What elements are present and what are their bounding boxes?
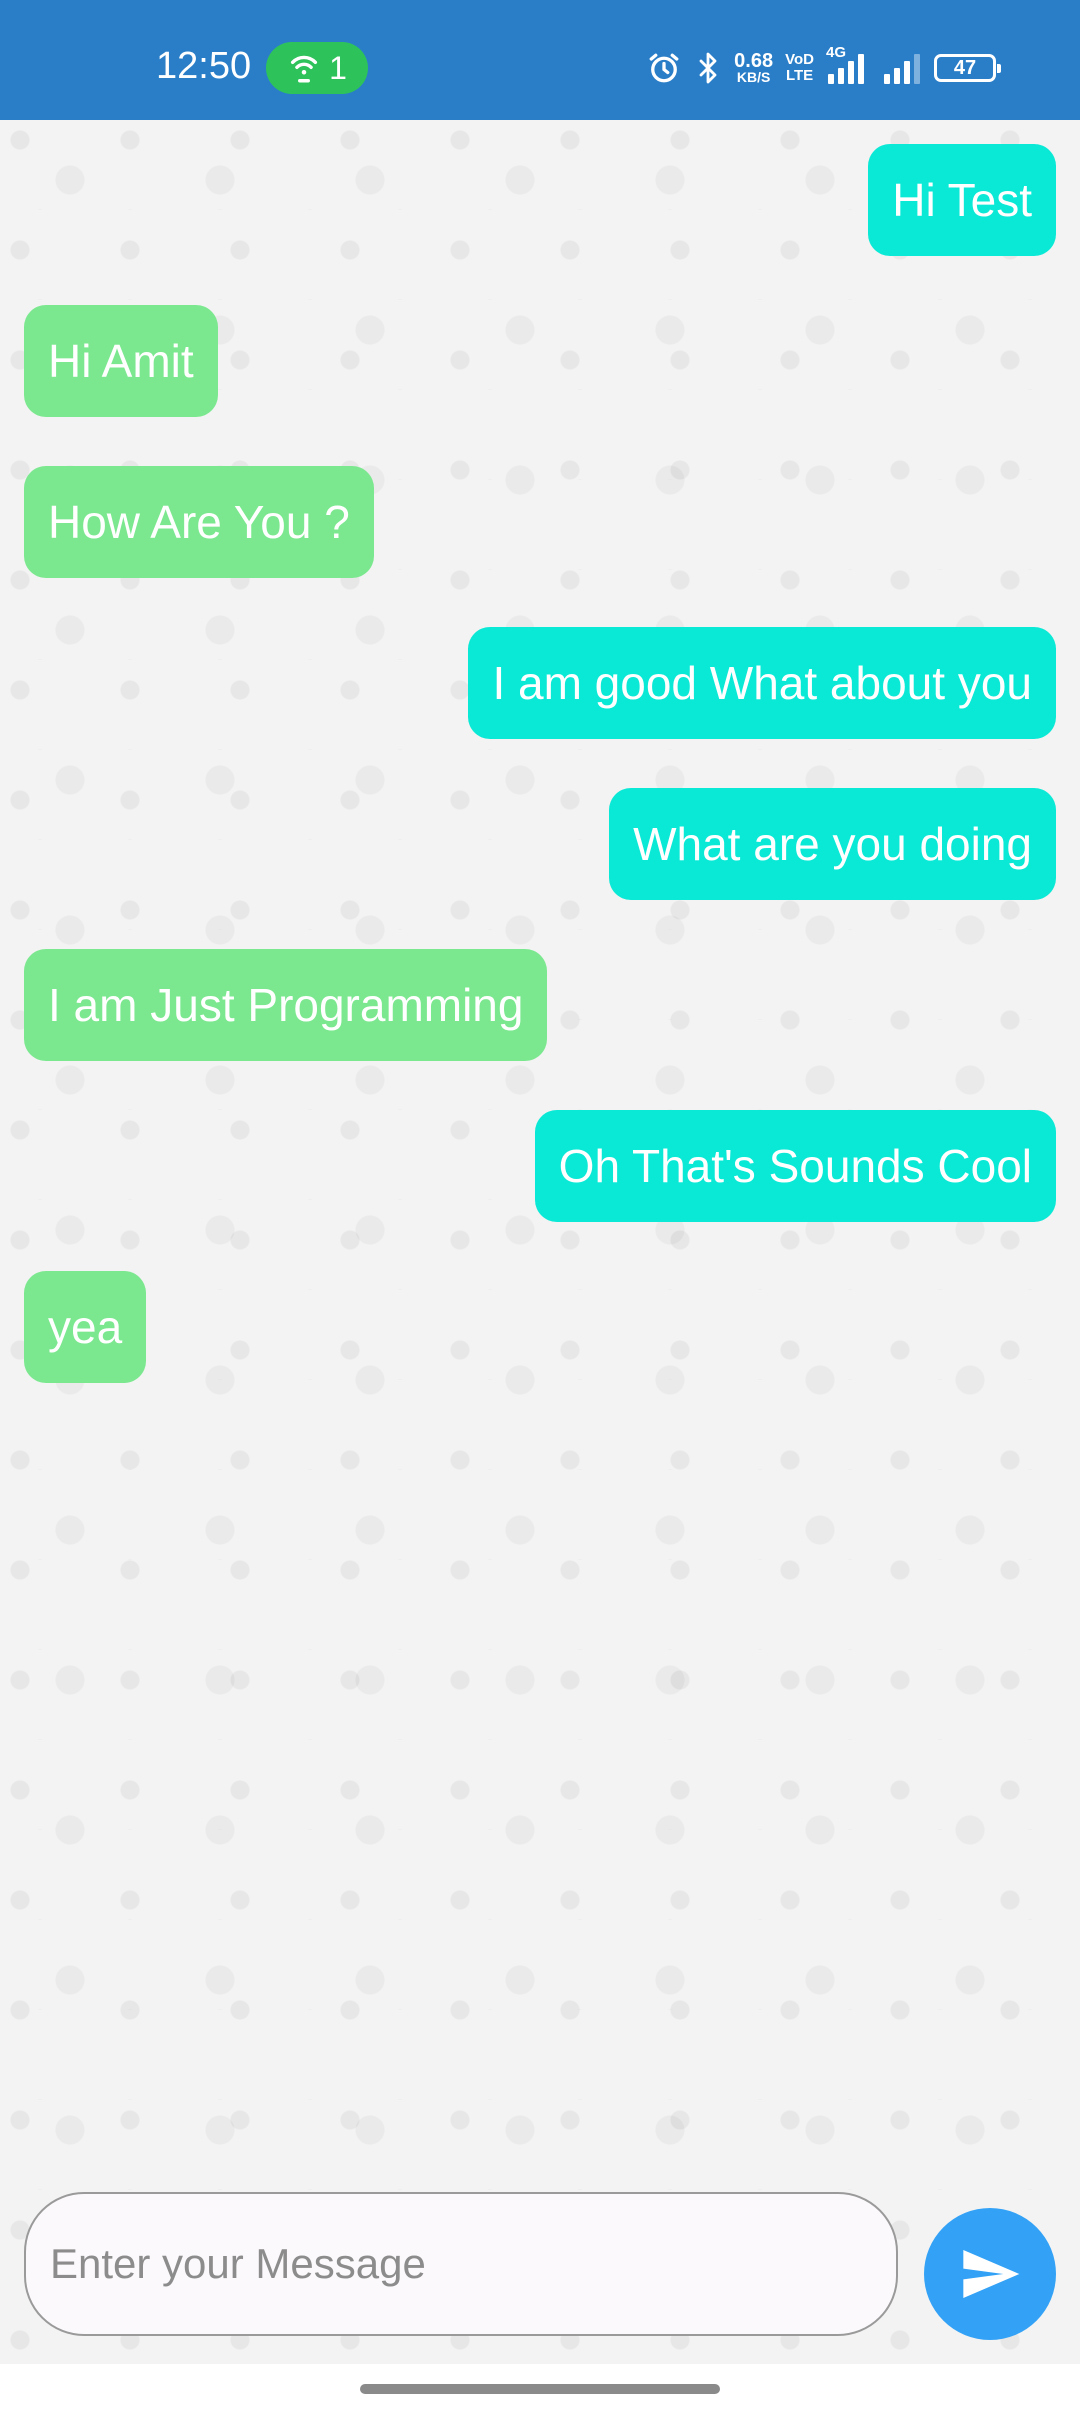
message-bubble-sent[interactable]: Hi Test — [868, 144, 1056, 256]
bluetooth-icon — [694, 50, 722, 86]
message-bubble-sent[interactable]: What are you doing — [609, 788, 1056, 900]
volte-bottom: LTE — [785, 67, 814, 84]
hotspot-count: 1 — [329, 49, 347, 86]
volte-top: VoD — [785, 51, 814, 68]
hotspot-indicator: 1 — [266, 42, 368, 94]
status-bar: 12:50 1 0.68 KB/S VoD LTE 4G 47 — [0, 0, 1080, 120]
alarm-icon — [646, 50, 682, 86]
message-bubble-received[interactable]: How Are You ? — [24, 466, 374, 578]
battery-icon: 47 — [934, 54, 1001, 82]
message-input[interactable] — [24, 2192, 898, 2336]
send-icon — [958, 2242, 1022, 2306]
home-indicator[interactable] — [360, 2384, 720, 2394]
signal-icon: 4G — [826, 44, 870, 86]
status-time: 12:50 — [156, 45, 252, 87]
message-bubble-sent[interactable]: Oh That's Sounds Cool — [534, 1110, 1056, 1222]
volte-indicator: VoD LTE — [785, 52, 814, 84]
battery-level: 47 — [953, 56, 977, 79]
message-bubble-received[interactable]: yea — [24, 1271, 147, 1383]
message-bubble-received[interactable]: Hi Amit — [24, 305, 218, 417]
signal-icon — [882, 50, 922, 86]
message-bubble-sent[interactable]: I am good What about you — [468, 627, 1056, 739]
network-speed-unit: KB/S — [736, 69, 771, 85]
hotspot-icon — [287, 51, 321, 85]
status-icons: 0.68 KB/S VoD LTE 4G 47 — [646, 44, 1001, 90]
navigation-bar — [0, 2364, 1080, 2412]
chat-background: Hi Test Hi Amit How Are You ? I am good … — [0, 120, 1080, 2364]
network-speed: 0.68 KB/S — [734, 50, 774, 85]
network-speed-value: 0.68 — [734, 50, 774, 72]
message-bubble-received[interactable]: I am Just Programming — [24, 949, 548, 1061]
send-button[interactable] — [924, 2208, 1056, 2340]
network-type: 4G — [826, 44, 847, 61]
